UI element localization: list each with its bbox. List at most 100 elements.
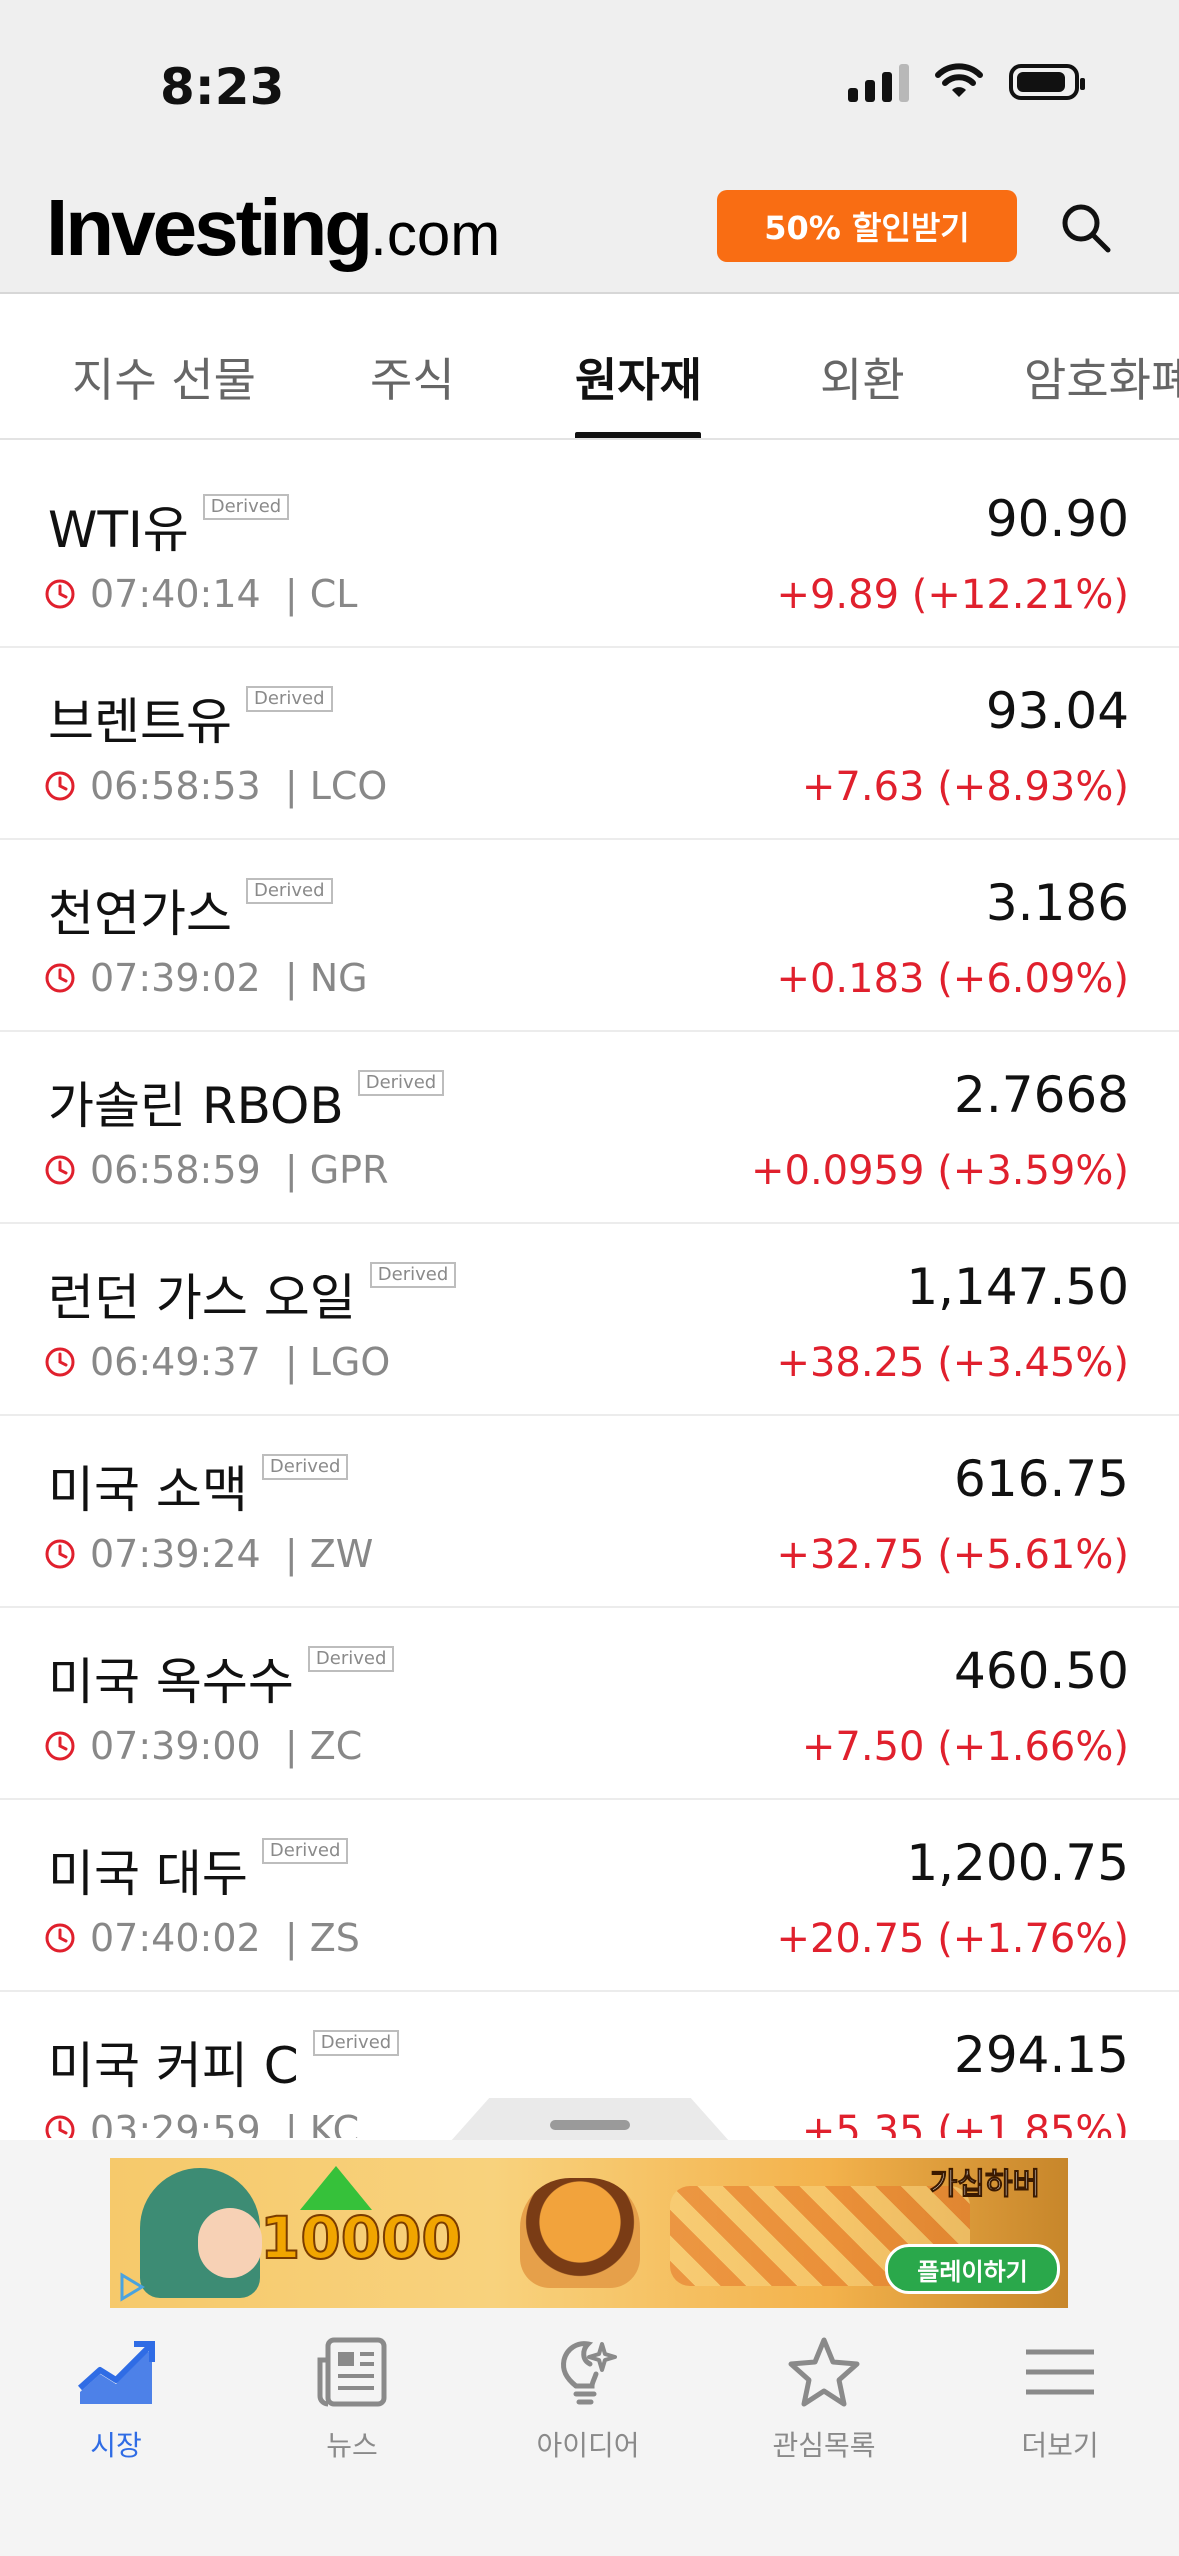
nav-label: 아이디어 bbox=[536, 2429, 640, 2462]
derived-badge: Derived bbox=[202, 494, 290, 520]
ticker-symbol: | ZC bbox=[284, 1724, 363, 1768]
list-item[interactable]: 브렌트유 Derived 06:58:53 | LCO 93.04 +7.63 (… bbox=[0, 648, 1179, 840]
star-icon bbox=[788, 2337, 860, 2407]
nav-watchlist[interactable]: 관심목록 bbox=[724, 2330, 924, 2464]
tab-stocks[interactable]: 주식 bbox=[370, 344, 455, 410]
adchoices-icon[interactable] bbox=[114, 2270, 148, 2304]
last-price: 3.186 bbox=[985, 874, 1129, 932]
cellular-signal-icon bbox=[848, 62, 909, 102]
clock-icon bbox=[45, 1539, 75, 1569]
last-price: 93.04 bbox=[985, 682, 1129, 740]
tab-crypto[interactable]: 암호화폐 bbox=[1024, 344, 1179, 410]
instrument-name: WTI유 Derived bbox=[48, 490, 290, 562]
list-item[interactable]: 미국 대두 Derived 07:40:02 | ZS 1,200.75 +20.… bbox=[0, 1800, 1179, 1992]
nav-news[interactable]: 뉴스 bbox=[252, 2330, 452, 2464]
derived-badge: Derived bbox=[312, 2030, 400, 2056]
clock-icon bbox=[45, 1155, 75, 1185]
last-update-time: 03:29:59 bbox=[90, 2108, 261, 2138]
ad-banner[interactable]: 10000 가십하버 플레이하기 bbox=[110, 2158, 1068, 2308]
ticker-symbol: | KC bbox=[284, 2108, 360, 2138]
list-item[interactable]: 미국 소맥 Derived 07:39:24 | ZW 616.75 +32.75… bbox=[0, 1416, 1179, 1608]
list-item[interactable]: 가솔린 RBOB Derived 06:58:59 | GPR 2.7668 +0… bbox=[0, 1032, 1179, 1224]
instrument-name-text: 런던 가스 오일 bbox=[48, 1269, 356, 1327]
derived-badge: Derived bbox=[307, 1646, 395, 1672]
price-change: +20.75 (+1.76%) bbox=[776, 1916, 1129, 1962]
market-chart-icon bbox=[77, 2341, 155, 2404]
nav-ideas[interactable]: 아이디어 bbox=[488, 2330, 688, 2464]
instrument-name-text: 미국 커피 C bbox=[48, 2037, 299, 2095]
commodity-list: WTI유 Derived 07:40:14 | CL 90.90 +9.89 (+… bbox=[0, 456, 1179, 2138]
ticker-symbol: | ZW bbox=[284, 1532, 374, 1576]
logo-suffix-text: .com bbox=[370, 201, 501, 268]
instrument-name-text: 천연가스 bbox=[48, 885, 232, 943]
derived-badge: Derived bbox=[261, 1454, 349, 1480]
list-item[interactable]: 런던 가스 오일 Derived 06:49:37 | LGO 1,147.50 … bbox=[0, 1224, 1179, 1416]
last-update-time: 07:40:14 bbox=[90, 572, 261, 616]
last-price: 1,200.75 bbox=[906, 1834, 1129, 1892]
ad-character-face bbox=[198, 2208, 262, 2278]
instrument-name-text: WTI유 bbox=[48, 501, 189, 559]
tab-commodities[interactable]: 원자재 bbox=[575, 344, 702, 410]
price-change: +0.183 (+6.09%) bbox=[776, 956, 1129, 1002]
search-icon[interactable] bbox=[1058, 200, 1114, 256]
last-update-time: 07:39:00 bbox=[90, 1724, 261, 1768]
price-change: +9.89 (+12.21%) bbox=[776, 572, 1129, 618]
last-price: 90.90 bbox=[985, 490, 1129, 548]
nav-label: 더보기 bbox=[1021, 2429, 1099, 2462]
list-item[interactable]: WTI유 Derived 07:40:14 | CL 90.90 +9.89 (+… bbox=[0, 456, 1179, 648]
instrument-name-text: 미국 옥수수 bbox=[48, 1653, 294, 1711]
ad-area: 10000 가십하버 플레이하기 bbox=[0, 2140, 1179, 2310]
tab-index-futures[interactable]: 지수 선물 bbox=[72, 344, 256, 410]
instrument-name-text: 가솔린 RBOB bbox=[48, 1077, 344, 1135]
ticker-symbol: | LCO bbox=[284, 764, 388, 808]
clock-icon bbox=[45, 963, 75, 993]
instrument-name: 가솔린 RBOB Derived bbox=[48, 1066, 445, 1138]
instrument-name-text: 미국 소맥 bbox=[48, 1461, 248, 1519]
instrument-meta: 06:58:59 | GPR bbox=[44, 1148, 389, 1192]
price-change: +38.25 (+3.45%) bbox=[776, 1340, 1129, 1386]
burger-image bbox=[520, 2178, 640, 2288]
ticker-symbol: | CL bbox=[284, 572, 358, 616]
status-time: 8:23 bbox=[160, 58, 285, 116]
last-price: 1,147.50 bbox=[906, 1258, 1129, 1316]
last-update-time: 07:39:02 bbox=[90, 956, 261, 1000]
instrument-meta: 07:39:02 | NG bbox=[44, 956, 368, 1000]
last-update-time: 07:39:24 bbox=[90, 1532, 261, 1576]
tab-forex[interactable]: 외환 bbox=[820, 344, 905, 410]
instrument-meta: 06:49:37 | LGO bbox=[44, 1340, 390, 1384]
ad-character-image bbox=[140, 2168, 262, 2298]
status-icons bbox=[848, 62, 1085, 102]
clock-icon bbox=[45, 1923, 75, 1953]
price-change: +7.63 (+8.93%) bbox=[801, 764, 1129, 810]
nav-more[interactable]: 더보기 bbox=[960, 2330, 1160, 2464]
instrument-meta: 07:40:14 | CL bbox=[44, 572, 357, 616]
derived-badge: Derived bbox=[369, 1262, 457, 1288]
instrument-meta: 07:39:00 | ZC bbox=[44, 1724, 362, 1768]
ticker-symbol: | ZS bbox=[284, 1916, 360, 1960]
last-price: 460.50 bbox=[954, 1642, 1129, 1700]
price-change: +0.0959 (+3.59%) bbox=[751, 1148, 1129, 1194]
battery-icon bbox=[1009, 64, 1085, 100]
derived-badge: Derived bbox=[261, 1838, 349, 1864]
drag-handle-icon[interactable] bbox=[550, 2120, 630, 2130]
list-item[interactable]: 미국 옥수수 Derived 07:39:00 | ZC 460.50 +7.50… bbox=[0, 1608, 1179, 1800]
last-update-time: 07:40:02 bbox=[90, 1916, 261, 1960]
nav-label: 뉴스 bbox=[326, 2429, 378, 2462]
instrument-name-text: 미국 대두 bbox=[48, 1845, 248, 1903]
list-item[interactable]: 천연가스 Derived 07:39:02 | NG 3.186 +0.183 (… bbox=[0, 840, 1179, 1032]
nav-label: 관심목록 bbox=[772, 2429, 876, 2462]
price-change: +5.35 (+1.85%) bbox=[801, 2108, 1129, 2138]
clock-icon bbox=[45, 579, 75, 609]
clock-icon bbox=[45, 2115, 75, 2138]
instrument-meta: 07:40:02 | ZS bbox=[44, 1916, 360, 1960]
clock-icon bbox=[45, 1731, 75, 1761]
price-change: +32.75 (+5.61%) bbox=[776, 1532, 1129, 1578]
nav-market[interactable]: 시장 bbox=[16, 2330, 216, 2464]
derived-badge: Derived bbox=[246, 686, 333, 712]
investing-logo[interactable]: Investing .com bbox=[46, 182, 500, 274]
instrument-meta: 06:58:53 | LCO bbox=[44, 764, 387, 808]
ad-play-button[interactable]: 플레이하기 bbox=[885, 2244, 1060, 2294]
logo-main-text: Investing bbox=[46, 183, 373, 272]
instrument-name: 천연가스 Derived bbox=[48, 874, 333, 946]
promo-discount-button[interactable]: 50% 할인받기 bbox=[717, 190, 1017, 262]
